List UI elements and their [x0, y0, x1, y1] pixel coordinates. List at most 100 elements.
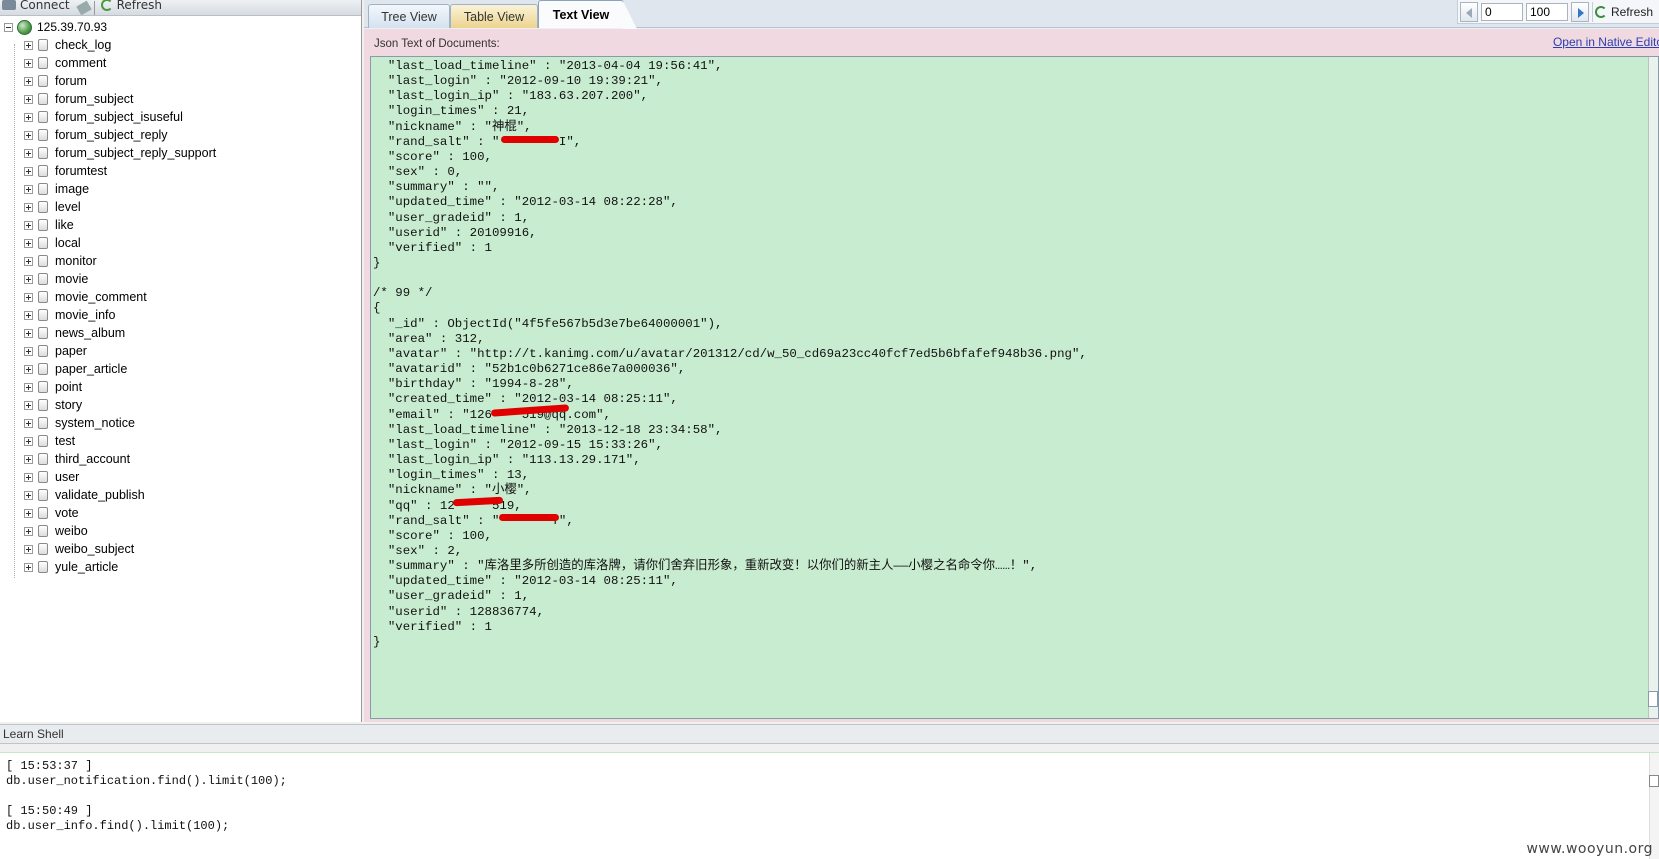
tree-item-forumtest[interactable]: forumtest	[0, 162, 360, 180]
expand-icon[interactable]	[24, 454, 33, 464]
tree-item-label: movie_comment	[55, 290, 147, 304]
json-line: "updated_time" : "2012-03-14 08:25:11",	[373, 574, 678, 589]
tree-refresh-button[interactable]: Refresh	[99, 0, 170, 13]
tree-item-movie[interactable]: movie	[0, 270, 360, 288]
open-native-editor-link[interactable]: Open in Native Editor	[1553, 35, 1659, 49]
expand-icon[interactable]	[24, 544, 33, 554]
shell-line: db.user_notification.find().limit(100);	[6, 774, 287, 788]
tree-item-label: validate_publish	[55, 488, 145, 502]
prev-page-button[interactable]	[1459, 1, 1478, 22]
tree-item-forum-subject[interactable]: forum_subject	[0, 90, 360, 108]
tree-item-forum[interactable]: forum	[0, 72, 360, 90]
tree-item-test[interactable]: test	[0, 432, 360, 450]
expand-icon[interactable]	[24, 76, 33, 86]
tree-item-check-log[interactable]: check_log	[0, 36, 360, 54]
collection-icon	[38, 255, 48, 267]
expand-icon[interactable]	[24, 472, 33, 482]
expand-icon[interactable]	[24, 346, 33, 356]
tree-item-forum-subject-isuseful[interactable]: forum_subject_isuseful	[0, 108, 360, 126]
collection-icon	[38, 453, 48, 465]
tree-item-yule-article[interactable]: yule_article	[0, 558, 360, 576]
expand-icon[interactable]	[24, 328, 33, 338]
expand-icon[interactable]	[24, 310, 33, 320]
json-line: "sex" : 2,	[373, 543, 463, 558]
expand-icon[interactable]	[24, 166, 33, 176]
collection-icon	[38, 345, 48, 357]
shell-line: [ 15:53:37 ]	[6, 759, 93, 773]
expand-icon[interactable]	[24, 220, 33, 230]
tree-item-label: like	[55, 218, 74, 232]
tree-item-movie-info[interactable]: movie_info	[0, 306, 360, 324]
tree-item-story[interactable]: story	[0, 396, 360, 414]
tree-item-news-album[interactable]: news_album	[0, 324, 360, 342]
expand-icon[interactable]	[24, 508, 33, 518]
tab-text-view[interactable]: Text View	[538, 0, 637, 29]
tree-item-like[interactable]: like	[0, 216, 360, 234]
collection-icon	[38, 147, 48, 159]
expand-icon[interactable]	[24, 58, 33, 68]
json-vertical-scrollbar[interactable]	[1648, 57, 1658, 718]
expand-icon[interactable]	[24, 184, 33, 194]
expand-icon[interactable]	[24, 130, 33, 140]
refresh-button[interactable]: Refresh	[1591, 1, 1657, 22]
tree-item-level[interactable]: level	[0, 198, 360, 216]
collection-icon	[38, 39, 48, 51]
tree-item-movie-comment[interactable]: movie_comment	[0, 288, 360, 306]
expand-icon[interactable]	[24, 562, 33, 572]
expand-icon[interactable]	[24, 490, 33, 500]
expand-icon[interactable]	[24, 364, 33, 374]
tree-item-user[interactable]: user	[0, 468, 360, 486]
tree-item-third-account[interactable]: third_account	[0, 450, 360, 468]
tree-item-monitor[interactable]: monitor	[0, 252, 360, 270]
connect-button[interactable]: Connect	[0, 0, 78, 13]
expand-icon[interactable]	[24, 256, 33, 266]
expand-icon[interactable]	[24, 400, 33, 410]
tab-tree-view[interactable]: Tree View	[368, 4, 450, 28]
limit-input[interactable]	[1525, 2, 1568, 21]
expand-icon[interactable]	[24, 112, 33, 122]
json-line: "summary" : "库洛里多所创造的库洛牌，请你们舍弃旧形象，重新改变！以…	[373, 559, 1038, 574]
next-page-button[interactable]	[1570, 1, 1589, 22]
tree-item-point[interactable]: point	[0, 378, 360, 396]
skip-input[interactable]	[1480, 2, 1523, 21]
tree-item-forum-subject-reply[interactable]: forum_subject_reply	[0, 126, 360, 144]
json-line: "score" : 100,	[373, 149, 492, 164]
tree-item-forum-subject-reply-support[interactable]: forum_subject_reply_support	[0, 144, 360, 162]
json-text-view[interactable]: "last_load_timeline" : "2013-04-04 19:56…	[370, 56, 1659, 719]
expand-icon[interactable]	[24, 238, 33, 248]
tree-item-weibo-subject[interactable]: weibo_subject	[0, 540, 360, 558]
expand-icon[interactable]	[24, 148, 33, 158]
expand-icon[interactable]	[24, 292, 33, 302]
json-text-frame: "last_load_timeline" : "2013-04-04 19:56…	[364, 53, 1659, 722]
expand-icon[interactable]	[24, 202, 33, 212]
tree-item-image[interactable]: image	[0, 180, 360, 198]
expand-icon[interactable]	[24, 436, 33, 446]
tree-item-paper[interactable]: paper	[0, 342, 360, 360]
collapse-icon[interactable]	[4, 22, 13, 32]
json-line: "score" : 100,	[373, 528, 492, 543]
json-line: "last_login_ip" : "183.63.207.200",	[373, 89, 649, 104]
scrollbar-thumb[interactable]	[1649, 775, 1659, 787]
expand-icon[interactable]	[24, 526, 33, 536]
shell-output[interactable]: [ 15:53:37 ] db.user_notification.find().…	[0, 752, 1659, 859]
tab-table-view[interactable]: Table View	[450, 4, 538, 28]
expand-icon[interactable]	[24, 418, 33, 428]
expand-icon[interactable]	[24, 40, 33, 50]
collection-icon	[38, 327, 48, 339]
tree-item-comment[interactable]: comment	[0, 54, 360, 72]
refresh-icon	[100, 0, 113, 11]
expand-icon[interactable]	[24, 94, 33, 104]
tree-item-local[interactable]: local	[0, 234, 360, 252]
tree-item-weibo[interactable]: weibo	[0, 522, 360, 540]
server-node[interactable]: 125.39.70.93	[0, 18, 360, 36]
expand-icon[interactable]	[24, 274, 33, 284]
tree-item-label: forum_subject_reply	[55, 128, 168, 142]
expand-icon[interactable]	[24, 382, 33, 392]
tree-item-vote[interactable]: vote	[0, 504, 360, 522]
disconnect-icon[interactable]	[75, 0, 92, 15]
tree-item-validate-publish[interactable]: validate_publish	[0, 486, 360, 504]
tree-item-paper-article[interactable]: paper_article	[0, 360, 360, 378]
collection-tree: 125.39.70.93 check_log comment forum forum_…	[0, 18, 360, 578]
scrollbar-thumb[interactable]	[1648, 691, 1658, 707]
tree-item-system-notice[interactable]: system_notice	[0, 414, 360, 432]
